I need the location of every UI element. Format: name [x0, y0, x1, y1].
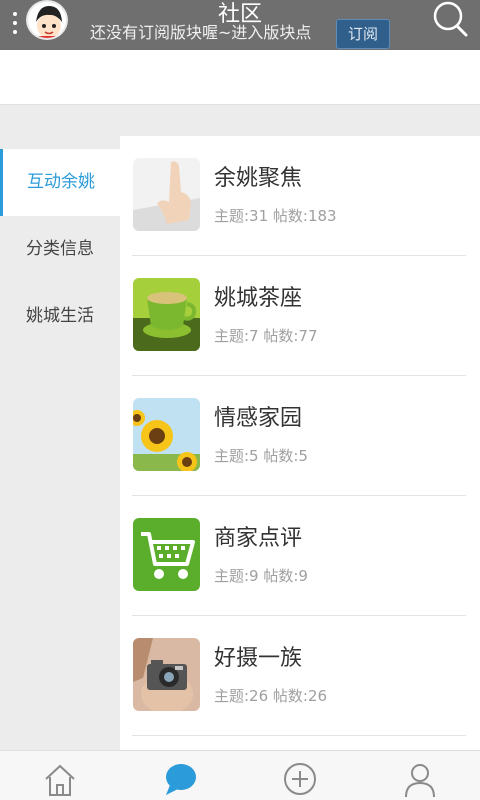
- forum-row[interactable]: 商家点评 主题:9 帖数:9: [120, 496, 480, 616]
- shopping-cart-icon: [133, 518, 200, 591]
- forum-name: 余姚聚焦: [214, 166, 303, 191]
- subscribe-button[interactable]: 订阅: [336, 19, 390, 49]
- add-circle-icon[interactable]: [280, 759, 320, 799]
- forum-stats: 主题:9 帖数:9: [214, 567, 308, 585]
- forum-row[interactable]: 余姚聚焦 主题:31 帖数:183: [120, 136, 480, 256]
- bottom-navigation: [0, 750, 480, 800]
- forum-row[interactable]: 情感家园 主题:5 帖数:5: [120, 376, 480, 496]
- forum-row[interactable]: 好摄一族 主题:26 帖数:26: [120, 616, 480, 736]
- forum-stats: 主题:26 帖数:26: [214, 687, 328, 705]
- forum-stats: 主题:7 帖数:77: [214, 327, 318, 345]
- top-header: 社区 还没有订阅版块喔~进入版块点 订阅: [0, 0, 480, 50]
- sunflower-icon: [133, 398, 200, 471]
- community-page: 社区 还没有订阅版块喔~进入版块点 订阅 互动余姚 分类信息 姚城生活 余姚聚焦…: [0, 0, 480, 800]
- sidebar-item-hudong-yuyao[interactable]: 互动余姚: [0, 149, 120, 216]
- tea-cup-icon: [133, 278, 200, 351]
- subscribe-hint: 还没有订阅版块喔~进入版块点: [90, 23, 312, 42]
- forum-name: 好摄一族: [214, 646, 303, 671]
- sidebar-item-fenlei-xinxi[interactable]: 分类信息: [0, 216, 120, 283]
- camera-icon: [133, 638, 200, 711]
- finger-touch-icon: [133, 158, 200, 231]
- forum-name: 姚城茶座: [214, 286, 303, 311]
- sidebar-item-yaocheng-shenghuo[interactable]: 姚城生活: [0, 283, 120, 350]
- forum-list: 余姚聚焦 主题:31 帖数:183 姚城茶座 主题:7 帖数:77 情感家园 主…: [120, 136, 480, 750]
- forum-name: 商家点评: [214, 526, 303, 551]
- forum-row[interactable]: 姚城茶座 主题:7 帖数:77: [120, 256, 480, 376]
- blank-area: [0, 50, 480, 104]
- search-icon[interactable]: [430, 0, 470, 40]
- forum-stats: 主题:31 帖数:183: [214, 207, 337, 225]
- home-icon[interactable]: [40, 759, 80, 799]
- chat-bubble-icon[interactable]: [160, 759, 200, 799]
- row-divider: [132, 735, 466, 736]
- category-sidebar: 互动余姚 分类信息 姚城生活: [0, 136, 120, 750]
- profile-icon[interactable]: [400, 759, 440, 799]
- forum-name: 情感家园: [214, 406, 303, 431]
- section-separator: [0, 104, 480, 136]
- forum-stats: 主题:5 帖数:5: [214, 447, 308, 465]
